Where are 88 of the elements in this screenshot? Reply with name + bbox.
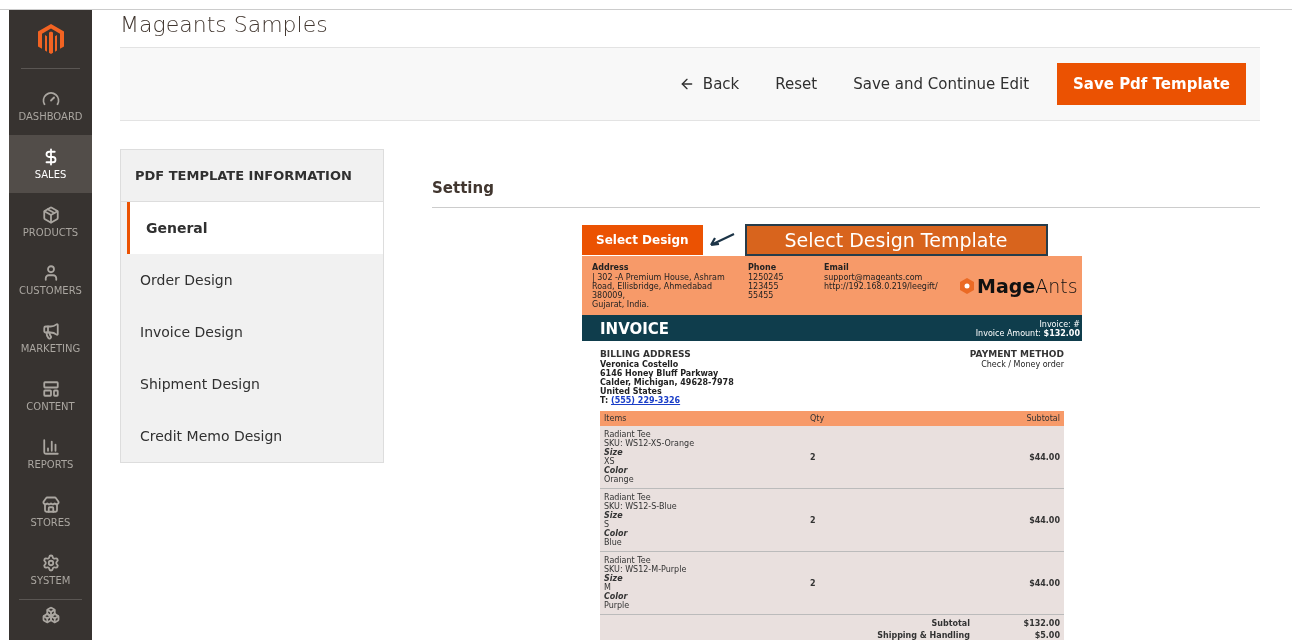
sidebar-item[interactable]: PRODUCTS xyxy=(9,193,92,251)
option-value: Purple xyxy=(604,601,631,610)
header-text: http://192.168.0.219/leegift/ xyxy=(824,282,939,291)
total-label: Shipping & Handling xyxy=(876,631,970,640)
header-text: Gujarat, India. xyxy=(592,300,650,309)
arrow-icon xyxy=(708,233,735,247)
products-icon xyxy=(41,206,60,224)
page-title: Mageants Samples xyxy=(120,11,329,39)
item-name: Radiant Tee xyxy=(604,556,652,565)
option-value: XS xyxy=(604,457,616,466)
subtotal-cell-text: $44.00 xyxy=(1028,452,1060,462)
qty-cell-text: 2 xyxy=(810,578,817,588)
option-value: M xyxy=(604,583,612,592)
total-label: Subtotal xyxy=(930,619,970,629)
system-icon xyxy=(41,554,60,572)
sidebar-item[interactable]: STORES xyxy=(9,483,92,541)
header-text: support@mageants.com xyxy=(824,273,923,282)
invoice-number: Invoice: # xyxy=(1038,320,1080,329)
address-line: United States xyxy=(600,387,662,396)
column-header: Qty xyxy=(810,414,826,423)
logo-icon xyxy=(37,24,64,54)
phone-link[interactable]: (555) 229-3326 xyxy=(611,396,681,405)
column-header: Items xyxy=(604,414,628,423)
save-button[interactable]: Save Pdf Template xyxy=(1057,63,1246,105)
header-label: Address xyxy=(592,263,630,273)
stores-icon xyxy=(41,496,60,514)
tab[interactable]: Credit Memo Design xyxy=(121,410,383,462)
address-line: 6146 Honey Bluff Parkway xyxy=(600,369,719,378)
option-value: S xyxy=(604,520,611,529)
reset-button[interactable]: Reset xyxy=(761,65,832,103)
header-text: Road, Ellisbridge, Ahmedabad 380009, xyxy=(592,282,714,300)
address-line: Veronica Costello xyxy=(600,360,680,369)
sidebar-item[interactable]: CONTENT xyxy=(9,367,92,425)
total-value: $132.00 xyxy=(1022,619,1060,629)
sidebar-item[interactable]: SALES xyxy=(9,135,92,193)
dashboard-icon xyxy=(41,90,60,108)
header-text: | 302 -A Premium House, Ashram xyxy=(592,273,726,282)
callout-label: Select Design Template xyxy=(744,224,1048,256)
qty-cell-text: 2 xyxy=(810,452,817,462)
header-label: Phone xyxy=(748,263,778,273)
sidebar-item[interactable]: DASHBOARD xyxy=(9,77,92,135)
item-name: Radiant Tee xyxy=(604,493,652,502)
payment-method: Check / Money order xyxy=(980,360,1064,369)
save-continue-button[interactable]: Save and Continue Edit xyxy=(839,65,1044,103)
column-header: Subtotal xyxy=(1025,414,1060,423)
subtotal-cell-text: $44.00 xyxy=(1028,515,1060,525)
sidebar-item[interactable]: SYSTEM xyxy=(9,541,92,599)
option-label: Size xyxy=(604,574,624,583)
tab[interactable]: Shipment Design xyxy=(121,358,383,410)
subtotal-cell-text: $44.00 xyxy=(1028,578,1060,588)
qty-cell-text: 2 xyxy=(810,515,817,525)
option-label: Size xyxy=(604,448,624,457)
header-text: 123455 xyxy=(748,282,780,291)
sidebar-item[interactable]: REPORTS xyxy=(9,425,92,483)
option-label: Color xyxy=(604,592,629,601)
content-icon xyxy=(41,380,60,398)
option-value: Orange xyxy=(604,475,635,484)
option-label: Color xyxy=(604,466,629,475)
back-button[interactable]: Back xyxy=(664,65,754,103)
logo-icon xyxy=(960,278,974,294)
tab[interactable]: Order Design xyxy=(121,254,383,306)
select-design-button[interactable]: Select Design xyxy=(582,225,703,255)
option-label: Size xyxy=(604,511,624,520)
header-text: 1250245 xyxy=(748,273,785,282)
logo-text: MageAnts xyxy=(977,275,1078,297)
option-label: Color xyxy=(604,529,629,538)
reports-icon xyxy=(41,438,60,456)
address-line: Calder, Michigan, 49628-7978 xyxy=(600,378,734,387)
sidebar-item[interactable]: CUSTOMERS xyxy=(9,251,92,309)
extensions-icon xyxy=(41,606,60,624)
tab[interactable]: General xyxy=(127,202,383,254)
option-value: Blue xyxy=(604,538,623,547)
item-sku: SKU: WS12-XS-Orange xyxy=(604,439,696,448)
header-text: 55455 xyxy=(748,291,775,300)
phone-label: T: xyxy=(600,396,609,405)
total-value: $5.00 xyxy=(1033,631,1060,640)
marketing-icon xyxy=(41,322,60,340)
item-name: Radiant Tee xyxy=(604,430,652,439)
invoice-amount: Invoice Amount: $132.00 xyxy=(975,329,1080,338)
tab[interactable]: Invoice Design xyxy=(121,306,383,358)
payment-title: PAYMENT METHOD xyxy=(969,349,1064,360)
billing-title: BILLING ADDRESS xyxy=(600,349,692,360)
header-label: Email xyxy=(824,263,850,273)
item-sku: SKU: WS12-M-Purple xyxy=(604,565,688,574)
item-sku: SKU: WS12-S-Blue xyxy=(604,502,678,511)
sidebar-item[interactable]: MARKETING xyxy=(9,309,92,367)
invoice-title: INVOICE xyxy=(600,320,670,338)
section-title: Setting xyxy=(432,179,1260,208)
